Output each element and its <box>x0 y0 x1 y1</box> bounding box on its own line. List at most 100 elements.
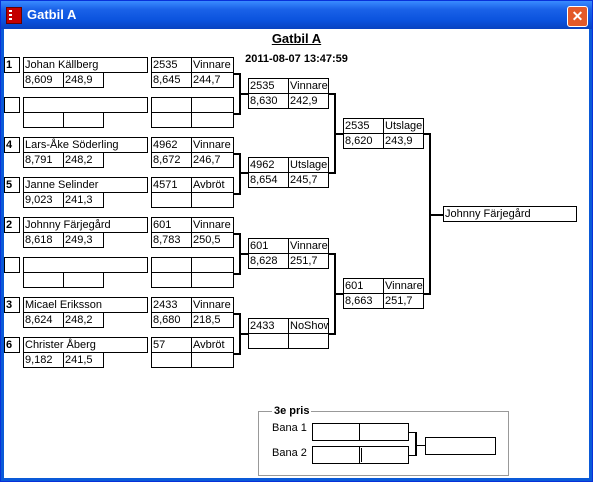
speed[interactable] <box>63 272 104 288</box>
r1-lane[interactable] <box>151 257 192 273</box>
driver-name[interactable]: Johnny Färjegård <box>23 217 148 233</box>
r2-result[interactable]: Vinnare <box>288 78 329 94</box>
r3-result[interactable]: Utslagen <box>383 118 424 134</box>
driver-name[interactable]: Christer Åberg <box>23 337 148 353</box>
r2-result[interactable]: Utslagen <box>288 157 329 173</box>
r2-speed[interactable]: 245,7 <box>288 172 329 188</box>
r1-time[interactable] <box>151 272 192 288</box>
lane2-label: Bana 2 <box>272 447 307 459</box>
r2-time[interactable]: 8,630 <box>248 93 289 109</box>
r3-lane[interactable]: 2535 <box>343 118 384 134</box>
text-cursor <box>361 448 362 462</box>
reaction-time[interactable]: 8,609 <box>23 72 64 88</box>
r1-time[interactable]: 8,672 <box>151 152 192 168</box>
driver-name[interactable]: Janne Selinder <box>23 177 148 193</box>
reaction-time[interactable] <box>23 272 64 288</box>
r1-speed[interactable]: 250,5 <box>191 232 234 248</box>
seed-number <box>4 97 20 113</box>
r2-lane[interactable]: 601 <box>248 238 289 254</box>
speed[interactable]: 248,2 <box>63 152 104 168</box>
r1-result[interactable]: Vinnare <box>191 57 234 73</box>
r2-time[interactable] <box>248 333 289 349</box>
r1-lane[interactable]: 2433 <box>151 297 192 313</box>
r1-time[interactable]: 8,645 <box>151 72 192 88</box>
r3-speed[interactable]: 243,9 <box>383 133 424 149</box>
r1-speed[interactable] <box>191 352 234 368</box>
r3-time[interactable]: 8,620 <box>343 133 384 149</box>
speed[interactable]: 241,3 <box>63 192 104 208</box>
r1-time[interactable]: 8,783 <box>151 232 192 248</box>
speed[interactable] <box>63 112 104 128</box>
r1-lane[interactable]: 4962 <box>151 137 192 153</box>
r1-speed[interactable] <box>191 192 234 208</box>
connector <box>239 153 241 195</box>
r3-lane[interactable]: 601 <box>343 278 384 294</box>
speed[interactable]: 248,2 <box>63 312 104 328</box>
r1-lane[interactable]: 601 <box>151 217 192 233</box>
r2-lane[interactable]: 4962 <box>248 157 289 173</box>
seed-number: 3 <box>4 297 20 313</box>
r1-result[interactable]: Avbröt <box>191 337 234 353</box>
r1-speed[interactable]: 246,7 <box>191 152 234 168</box>
reaction-time[interactable] <box>23 112 64 128</box>
lane1-field-b[interactable] <box>359 423 409 441</box>
seed-number: 6 <box>4 337 20 353</box>
r1-result[interactable]: Avbröt <box>191 177 234 193</box>
r3-result[interactable]: Vinnare <box>383 278 424 294</box>
r1-speed[interactable]: 218,5 <box>191 312 234 328</box>
lane2-field-b[interactable] <box>359 446 409 464</box>
r1-result[interactable] <box>191 257 234 273</box>
r1-lane[interactable] <box>151 97 192 113</box>
lane2-field-a[interactable] <box>312 446 360 464</box>
r1-time[interactable] <box>151 352 192 368</box>
r2-speed[interactable] <box>288 333 329 349</box>
connector <box>239 253 249 255</box>
lane1-field-a[interactable] <box>312 423 360 441</box>
reaction-time[interactable]: 8,791 <box>23 152 64 168</box>
r1-time[interactable] <box>151 112 192 128</box>
r3-speed[interactable]: 251,7 <box>383 293 424 309</box>
driver-name[interactable] <box>23 97 148 113</box>
reaction-time[interactable]: 9,182 <box>23 352 64 368</box>
r3-time[interactable]: 8,663 <box>343 293 384 309</box>
connector <box>334 133 344 135</box>
bracket-title: Gatbil A <box>271 31 322 46</box>
connector <box>334 293 344 295</box>
driver-name[interactable]: Micael Eriksson <box>23 297 148 313</box>
r1-lane[interactable]: 2535 <box>151 57 192 73</box>
r1-result[interactable]: Vinnare <box>191 217 234 233</box>
r1-lane[interactable]: 4571 <box>151 177 192 193</box>
r2-time[interactable]: 8,628 <box>248 253 289 269</box>
r1-speed[interactable]: 244,7 <box>191 72 234 88</box>
lane1-label: Bana 1 <box>272 422 307 434</box>
r2-lane[interactable]: 2535 <box>248 78 289 94</box>
r2-result[interactable]: Vinnare <box>288 238 329 254</box>
r1-time[interactable]: 8,680 <box>151 312 192 328</box>
driver-name[interactable]: Johan Källberg <box>23 57 148 73</box>
close-icon[interactable]: ✕ <box>567 6 588 27</box>
third-prize-winner-field[interactable] <box>425 437 496 455</box>
reaction-time[interactable]: 9,023 <box>23 192 64 208</box>
driver-name[interactable] <box>23 257 148 273</box>
speed[interactable]: 241,5 <box>63 352 104 368</box>
seed-number: 5 <box>4 177 20 193</box>
r1-speed[interactable] <box>191 112 234 128</box>
r1-result[interactable]: Vinnare <box>191 297 234 313</box>
winner-field[interactable]: Johnny Färjegård <box>443 206 577 222</box>
r2-speed[interactable]: 251,7 <box>288 253 329 269</box>
r1-result[interactable]: Vinnare <box>191 137 234 153</box>
speed[interactable]: 248,9 <box>63 72 104 88</box>
r2-time[interactable]: 8,654 <box>248 172 289 188</box>
r1-time[interactable] <box>151 192 192 208</box>
r1-result[interactable] <box>191 97 234 113</box>
r1-speed[interactable] <box>191 272 234 288</box>
r2-lane[interactable]: 2433 <box>248 318 289 334</box>
window-title: Gatbil A <box>27 7 77 22</box>
reaction-time[interactable]: 8,618 <box>23 232 64 248</box>
driver-name[interactable]: Lars-Åke Söderling <box>23 137 148 153</box>
speed[interactable]: 249,3 <box>63 232 104 248</box>
r2-speed[interactable]: 242,9 <box>288 93 329 109</box>
r2-result[interactable]: NoShow <box>288 318 329 334</box>
reaction-time[interactable]: 8,624 <box>23 312 64 328</box>
r1-lane[interactable]: 57 <box>151 337 192 353</box>
